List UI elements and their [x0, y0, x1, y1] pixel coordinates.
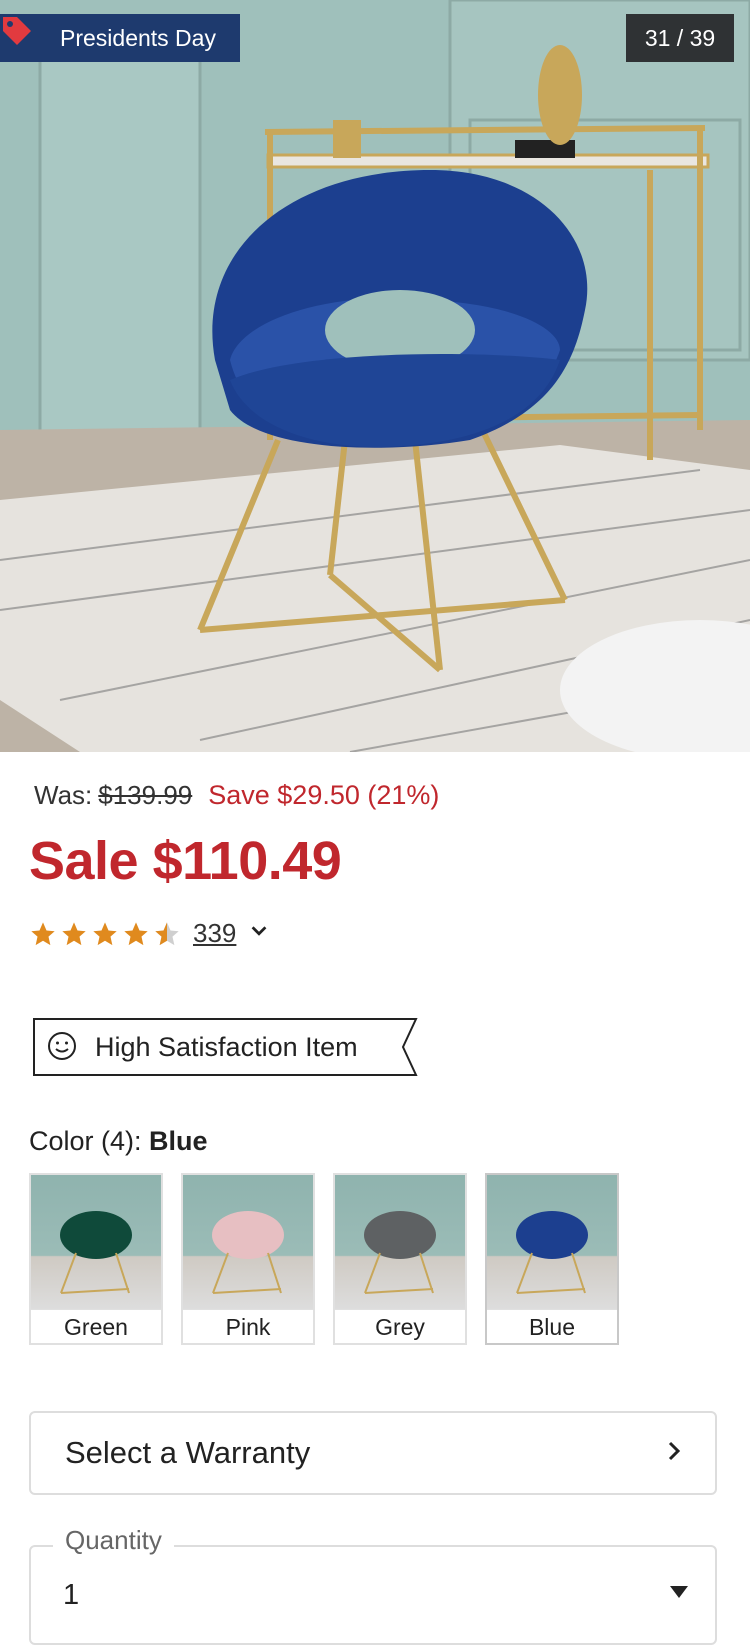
grey-chair-thumbnail	[335, 1175, 465, 1309]
selected-color-name: Blue	[149, 1126, 208, 1156]
price-comparison: Was: $139.99 Save $29.50 (21%)	[34, 780, 439, 811]
product-photo	[0, 0, 750, 752]
review-count-link[interactable]: 339	[193, 918, 236, 949]
star-icon	[93, 921, 117, 945]
was-price: $139.99	[98, 780, 193, 810]
color-swatch-grey[interactable]: Grey	[333, 1173, 467, 1345]
badge-label: High Satisfaction Item	[95, 1032, 358, 1062]
select-warranty-button[interactable]: Select a Warranty	[29, 1411, 717, 1495]
color-count-label: Color (4):	[29, 1126, 142, 1156]
blue-chair-thumbnail	[487, 1175, 617, 1309]
star-icon	[31, 921, 55, 945]
price-tag-icon	[0, 14, 50, 62]
color-swatch-blue[interactable]: Blue	[485, 1173, 619, 1345]
color-swatch-list: Green Pink Grey Blue	[29, 1173, 619, 1345]
swatch-label: Blue	[487, 1309, 617, 1344]
half-star-icon	[155, 921, 179, 945]
product-image-gallery[interactable]: Presidents Day 31 / 39	[0, 0, 750, 752]
quantity-value: 1	[63, 1579, 80, 1611]
promo-banner: Presidents Day	[0, 14, 240, 62]
savings-text: Save $29.50 (21%)	[208, 780, 440, 810]
warranty-label: Select a Warranty	[65, 1435, 311, 1470]
promo-label: Presidents Day	[60, 24, 216, 51]
color-selector-title: Color (4): Blue	[29, 1126, 208, 1157]
swatch-label: Pink	[183, 1309, 313, 1344]
caret-down-icon	[669, 1585, 689, 1604]
rating-summary[interactable]: 339	[29, 918, 270, 949]
swatch-label: Grey	[335, 1309, 465, 1344]
chevron-right-icon	[663, 1435, 685, 1471]
star-rating	[29, 920, 181, 948]
star-icon	[124, 921, 148, 945]
green-chair-thumbnail	[31, 1175, 161, 1309]
swatch-label: Green	[31, 1309, 161, 1344]
quantity-select[interactable]: Quantity 1	[29, 1525, 717, 1645]
chevron-down-icon[interactable]	[248, 920, 270, 947]
color-swatch-pink[interactable]: Pink	[181, 1173, 315, 1345]
smiley-face-icon	[47, 1031, 77, 1066]
high-satisfaction-badge: High Satisfaction Item	[33, 1018, 418, 1076]
image-counter: 31 / 39	[626, 14, 734, 62]
was-price-row: Was: $139.99	[34, 780, 192, 811]
sale-price: Sale $110.49	[29, 831, 342, 891]
quantity-label: Quantity	[53, 1525, 174, 1556]
pink-chair-thumbnail	[183, 1175, 313, 1309]
was-label: Was:	[34, 780, 93, 810]
star-icon	[62, 921, 86, 945]
color-swatch-green[interactable]: Green	[29, 1173, 163, 1345]
